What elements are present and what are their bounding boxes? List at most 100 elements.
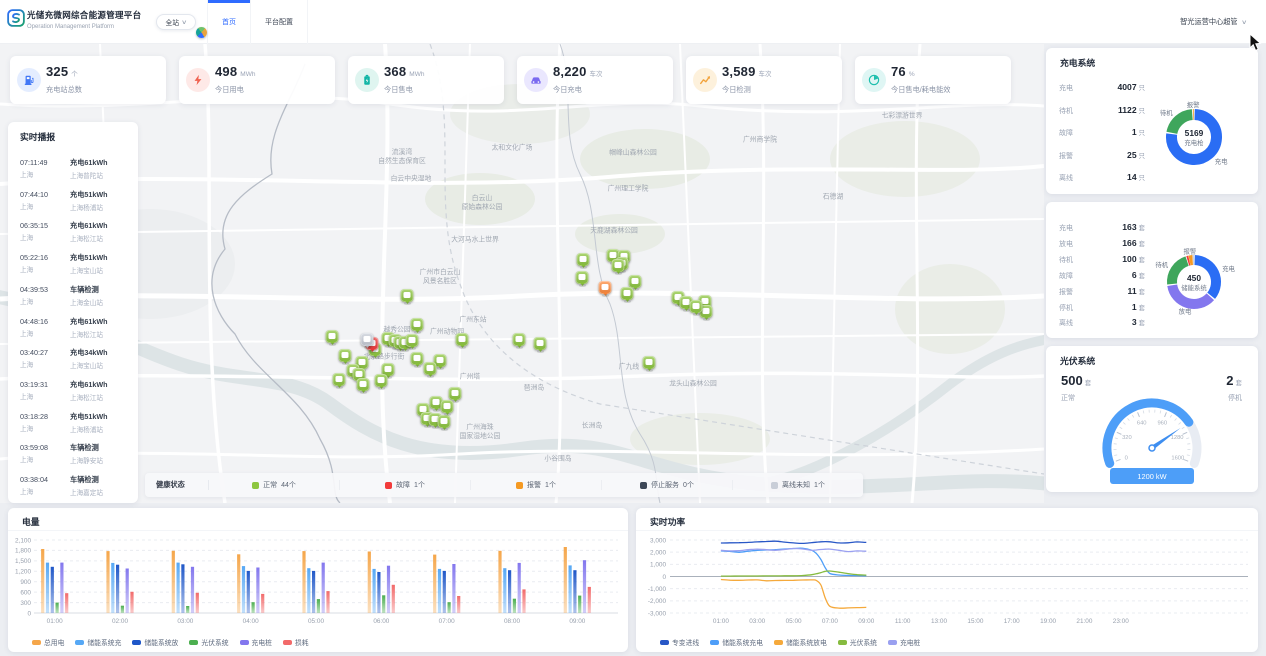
station-marker-normal[interactable] (441, 400, 454, 413)
broadcast-time: 05:22:16 (20, 253, 66, 262)
station-marker-normal[interactable] (401, 289, 414, 302)
broadcast-region: 上海 (20, 328, 66, 338)
svg-text:-1,000: -1,000 (648, 586, 667, 593)
station-marker-normal[interactable] (357, 378, 370, 391)
status-row-label: 放电 (1059, 239, 1073, 249)
svg-text:19:00: 19:00 (1040, 618, 1056, 625)
electricity-chart-card: 电量 03006009001,2001,5001,8002,10001:0002… (8, 508, 628, 652)
broadcast-item: 05:22:16上海充电51kWh上海宝山站 (20, 253, 130, 281)
svg-text:1,800: 1,800 (15, 548, 31, 555)
health-legend-item: 故障1个 (339, 480, 470, 490)
health-legend-item: 离线未知1个 (732, 480, 863, 490)
broadcast-station: 上海宝山站 (70, 265, 130, 275)
svg-text:报警: 报警 (1184, 246, 1197, 255)
svg-text:640: 640 (1137, 421, 1147, 427)
station-marker-normal[interactable] (411, 318, 424, 331)
station-marker-normal[interactable] (375, 374, 388, 387)
user-menu-label: 智光运营中心超管 (1180, 17, 1238, 27)
legend-item[interactable]: 损耗 (283, 637, 309, 647)
station-marker-normal[interactable] (577, 253, 590, 266)
stat-label: 今日检测 (722, 85, 751, 95)
broadcast-event: 车辆检测 (70, 443, 130, 453)
legend-item[interactable]: 专变进线 (660, 637, 699, 647)
stat-label: 今日用电 (215, 85, 244, 95)
legend-chip (189, 640, 198, 645)
status-row-label: 报警 (1059, 151, 1073, 161)
status-row: 停机1套 (1059, 302, 1145, 313)
legend-item[interactable]: 储能系统放电 (774, 637, 827, 647)
station-marker-normal[interactable] (612, 259, 625, 272)
electricity-bar-chart: 03006009001,2001,5001,8002,10001:0002:00… (14, 534, 622, 626)
health-legend-chip (385, 482, 392, 489)
status-row-value: 4007 (1117, 82, 1136, 92)
charging-donut-chart: 充电待机报警5169充电枪 (1141, 83, 1253, 191)
svg-text:2,000: 2,000 (650, 549, 666, 556)
station-marker-normal[interactable] (576, 271, 589, 284)
tab-platform-config[interactable]: 平台配置 (251, 0, 308, 44)
svg-text:待机: 待机 (1155, 260, 1168, 269)
pv-gauge-chart: 032064096012801600 (1046, 390, 1258, 468)
station-pin-icon (424, 362, 437, 375)
station-marker-normal[interactable] (621, 287, 634, 300)
broadcast-station: 上海金山站 (70, 297, 130, 307)
station-pin-icon (441, 400, 454, 413)
map-canvas[interactable]: 流溪湾 自然生态保育区白云中央湿地太和文化广场帽峰山森林公园广州商学院七彩漂游世… (0, 44, 1044, 503)
broadcast-item: 03:19:31上海充电61kWh上海松江站 (20, 380, 130, 408)
status-row: 放电166套 (1059, 238, 1145, 249)
stat-card-efficiency: 76% 今日售电/耗电能效 (855, 56, 1011, 104)
stat-card-today-consumption: 498MWh 今日用电 (179, 56, 335, 104)
station-marker-normal[interactable] (411, 352, 424, 365)
health-legend-label: 停止服务 (651, 480, 679, 490)
station-marker-normal[interactable] (456, 333, 469, 346)
legend-item[interactable]: 储能系统放 (132, 637, 178, 647)
broadcast-station: 上海普陀站 (70, 170, 130, 180)
broadcast-region: 上海 (20, 359, 66, 369)
legend-item[interactable]: 储能系统充 (75, 637, 121, 647)
station-pin-icon (599, 281, 612, 294)
legend-item[interactable]: 光伏系统 (189, 637, 228, 647)
station-marker-normal[interactable] (424, 362, 437, 375)
health-status-bar: 健康状态 正常44个故障1个报警1个停止服务0个离线未知1个 (145, 473, 863, 497)
svg-text:17:00: 17:00 (1004, 618, 1020, 625)
svg-text:1,200: 1,200 (15, 569, 31, 576)
status-row-value: 6 (1132, 270, 1137, 280)
user-menu[interactable]: 智光运营中心超管 ∨ (1180, 0, 1246, 44)
stat-unit: 车次 (759, 68, 772, 78)
pv-system-title: 光伏系统 (1060, 354, 1095, 367)
stat-unit: % (909, 71, 915, 78)
station-marker-normal[interactable] (643, 356, 656, 369)
stat-card-today-charges: 8,220车次 今日充电 (517, 56, 673, 104)
trend-icon (693, 68, 717, 92)
broadcast-time: 03:18:28 (20, 412, 66, 421)
status-row-value: 3 (1132, 317, 1137, 327)
svg-text:5169: 5169 (1185, 128, 1204, 138)
tab-home[interactable]: 首页 (207, 0, 251, 44)
station-pin-icon (513, 333, 526, 346)
dashboard-root: 光储充微网综合能源管理平台 Operation Management Platf… (0, 0, 1266, 656)
station-marker-alarm[interactable] (599, 281, 612, 294)
svg-text:08:00: 08:00 (504, 618, 520, 625)
stat-label: 今日售电 (384, 85, 413, 95)
legend-item[interactable]: 储能系统充电 (710, 637, 763, 647)
legend-item[interactable]: 充电桩 (240, 637, 272, 647)
broadcast-item: 03:18:28上海充电51kWh上海杨浦站 (20, 412, 130, 440)
station-marker-normal[interactable] (534, 337, 547, 350)
station-marker-normal[interactable] (449, 387, 462, 400)
station-marker-normal[interactable] (406, 334, 419, 347)
stat-value: 8,220 (553, 64, 587, 79)
station-pin-icon (401, 289, 414, 302)
health-legend-item: 正常44个 (209, 480, 339, 490)
legend-item[interactable]: 光伏系统 (838, 637, 877, 647)
status-row: 报警11套 (1059, 286, 1145, 297)
station-marker-unknown[interactable] (361, 333, 374, 346)
station-selector[interactable]: 全站 ∨ (156, 14, 196, 30)
station-marker-normal[interactable] (339, 349, 352, 362)
legend-item[interactable]: 充电桩 (888, 637, 920, 647)
station-marker-normal[interactable] (333, 373, 346, 386)
legend-item[interactable]: 总用电 (32, 637, 64, 647)
station-marker-normal[interactable] (690, 300, 703, 313)
broadcast-list[interactable]: 07:11:49上海充电61kWh上海普陀站07:44:10上海充电51kWh上… (8, 152, 138, 503)
broadcast-event: 充电61kWh (70, 380, 130, 390)
station-marker-normal[interactable] (513, 333, 526, 346)
station-marker-normal[interactable] (326, 330, 339, 343)
